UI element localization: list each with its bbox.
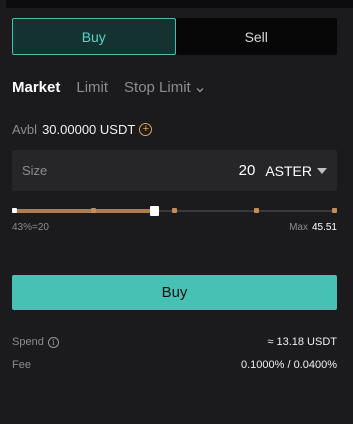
slider-tick-100[interactable] bbox=[332, 208, 337, 213]
spend-value: ≈ 13.18 USDT bbox=[267, 336, 337, 348]
slider-tick-50[interactable] bbox=[172, 208, 177, 213]
size-unit-dropdown[interactable]: ASTER bbox=[265, 163, 327, 179]
available-value: 30.00000 USDT bbox=[42, 121, 136, 137]
slider-max: Max 45.51 bbox=[289, 222, 337, 233]
slider-fill bbox=[12, 209, 152, 213]
slider-tick-75[interactable] bbox=[254, 208, 259, 213]
available-balance: Avbl 30.00000 USDT + bbox=[12, 121, 153, 137]
fee-label: Fee bbox=[12, 359, 31, 371]
spend-label-group: Spend i bbox=[12, 336, 59, 348]
spend-row: Spend i ≈ 13.18 USDT bbox=[12, 335, 337, 349]
buy-tab[interactable]: Buy bbox=[12, 18, 176, 55]
size-unit-label: ASTER bbox=[265, 162, 312, 179]
available-label: Avbl bbox=[12, 121, 38, 137]
slider-percent-label: 43%=20 bbox=[12, 222, 49, 233]
tab-stop-limit[interactable]: Stop Limit bbox=[124, 79, 205, 96]
caret-down-icon bbox=[317, 167, 327, 174]
tab-limit[interactable]: Limit bbox=[76, 79, 108, 96]
buy-sell-toggle: Buy Sell bbox=[12, 18, 337, 55]
order-type-tabs: Market Limit Stop Limit bbox=[12, 77, 205, 97]
size-slider[interactable] bbox=[12, 204, 337, 218]
slider-labels: 43%=20 Max 45.51 bbox=[12, 222, 337, 234]
spend-label: Spend bbox=[12, 336, 44, 348]
slider-tick-25[interactable] bbox=[91, 208, 96, 213]
slider-max-value: 45.51 bbox=[311, 222, 337, 233]
fee-row: Fee 0.1000% / 0.0400% bbox=[12, 358, 337, 372]
size-label: Size bbox=[22, 163, 48, 178]
info-icon[interactable]: i bbox=[47, 336, 59, 348]
buy-submit-button[interactable]: Buy bbox=[12, 275, 337, 310]
plus-circle-icon[interactable]: + bbox=[139, 122, 153, 136]
chevron-down-icon bbox=[195, 82, 205, 93]
tab-market[interactable]: Market bbox=[12, 79, 60, 96]
tab-stop-limit-label: Stop Limit bbox=[124, 78, 191, 96]
size-value[interactable]: 20 bbox=[239, 162, 256, 179]
slider-thumb[interactable] bbox=[150, 206, 159, 216]
slider-max-label: Max bbox=[289, 222, 308, 233]
size-input[interactable]: Size 20 ASTER bbox=[12, 150, 337, 191]
top-bar bbox=[0, 0, 353, 8]
sell-tab[interactable]: Sell bbox=[175, 18, 337, 55]
fee-value: 0.1000% / 0.0400% bbox=[240, 359, 337, 371]
top-bar-notch bbox=[0, 0, 6, 8]
slider-tick-0[interactable] bbox=[12, 208, 17, 213]
